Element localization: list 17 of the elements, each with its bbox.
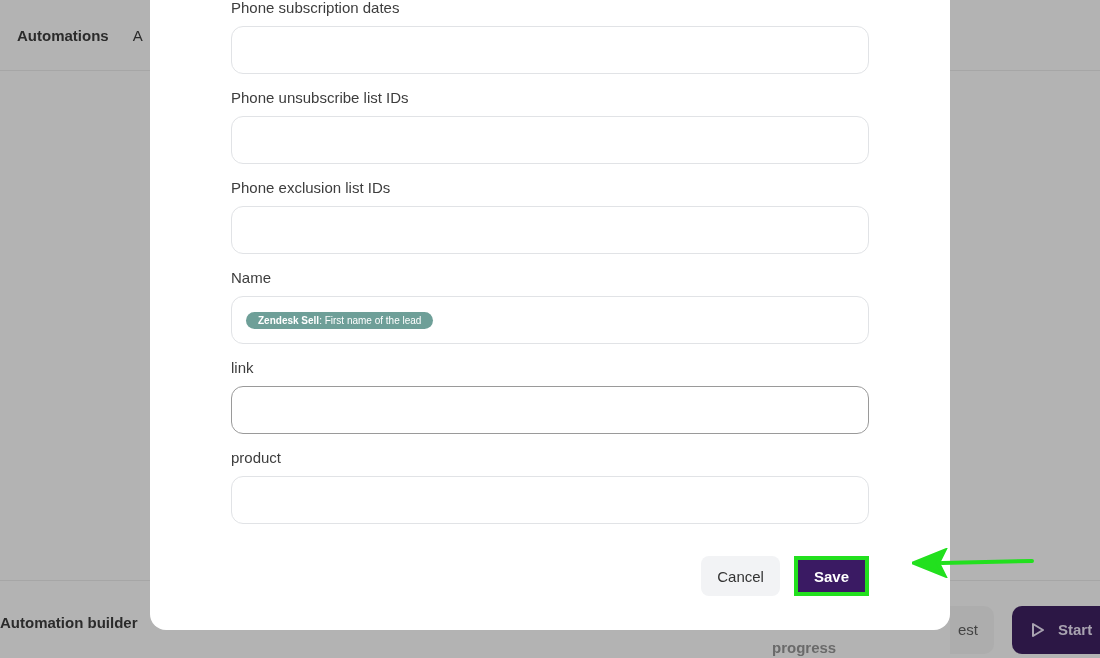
start-button[interactable]: Start bbox=[1012, 605, 1100, 654]
field-label: Phone unsubscribe list IDs bbox=[231, 90, 410, 106]
input-field[interactable] bbox=[231, 386, 869, 434]
field-label: Phone exclusion list IDs bbox=[231, 180, 392, 196]
field-label: link bbox=[231, 360, 255, 376]
field-label: Name bbox=[231, 270, 272, 286]
field-label: product bbox=[231, 450, 283, 466]
variable-tag: Zendesk Sell: First name of the lead bbox=[246, 311, 434, 329]
play-icon bbox=[1032, 622, 1044, 637]
status-text: progress bbox=[772, 639, 838, 656]
save-button[interactable]: Save bbox=[793, 556, 869, 596]
page-title: Automation builder bbox=[0, 614, 139, 631]
nav-tab[interactable]: Automations bbox=[17, 26, 109, 44]
field-label: Phone subscription dates bbox=[231, 0, 401, 16]
test-button[interactable]: est bbox=[950, 605, 994, 654]
cancel-button[interactable]: Cancel bbox=[701, 556, 780, 596]
nav-tab[interactable]: A bbox=[132, 26, 143, 44]
